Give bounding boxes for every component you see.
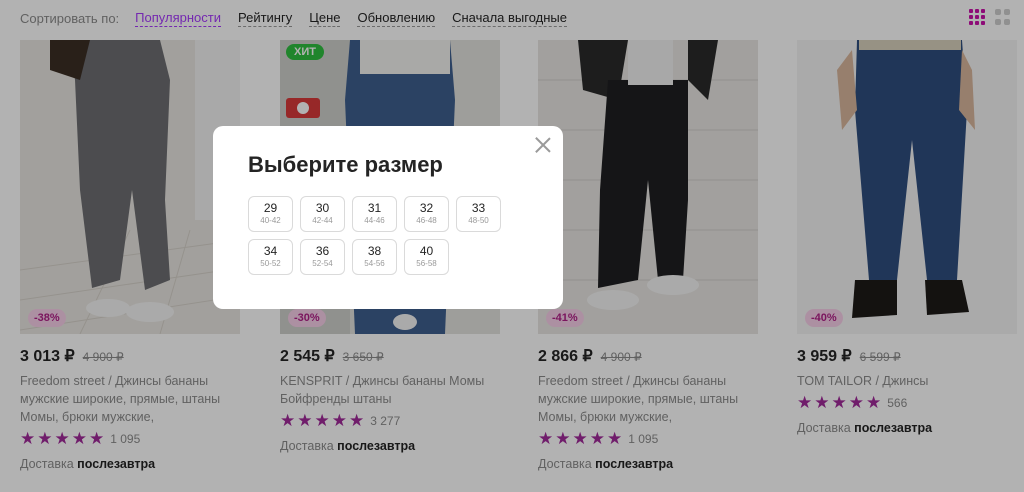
- size-option-34[interactable]: 34 50-52: [248, 239, 293, 275]
- size-ru: 50-52: [260, 259, 281, 268]
- size-ru: 56-58: [416, 259, 437, 268]
- size-ru: 54-56: [364, 259, 385, 268]
- size-value: 30: [315, 201, 330, 215]
- size-value: 29: [263, 201, 278, 215]
- modal-title: Выберите размер: [248, 152, 443, 177]
- size-option-38[interactable]: 38 54-56: [352, 239, 397, 275]
- size-value: 36: [315, 244, 330, 258]
- size-value: 38: [367, 244, 382, 258]
- size-option-29[interactable]: 29 40-42: [248, 196, 293, 232]
- size-grid: 29 40-42 30 42-44 31 44-46 32 46-48 33 48-50 …: [248, 196, 501, 275]
- size-ru: 48-50: [468, 216, 489, 225]
- size-value: 31: [367, 201, 382, 215]
- size-option-30[interactable]: 30 42-44: [300, 196, 345, 232]
- size-option-36[interactable]: 36 52-54: [300, 239, 345, 275]
- size-value: 33: [471, 201, 486, 215]
- size-option-33[interactable]: 33 48-50: [456, 196, 501, 232]
- size-value: 34: [263, 244, 278, 258]
- size-ru: 46-48: [416, 216, 437, 225]
- size-value: 40: [419, 244, 434, 258]
- size-picker-modal: Выберите размер 29 40-42 30 42-44 31 44-46 …: [213, 126, 563, 309]
- size-ru: 44-46: [364, 216, 385, 225]
- close-icon[interactable]: [533, 135, 553, 155]
- size-option-31[interactable]: 31 44-46: [352, 196, 397, 232]
- size-ru: 42-44: [312, 216, 333, 225]
- size-option-32[interactable]: 32 46-48: [404, 196, 449, 232]
- size-ru: 40-42: [260, 216, 281, 225]
- size-value: 32: [419, 201, 434, 215]
- size-option-40[interactable]: 40 56-58: [404, 239, 449, 275]
- size-ru: 52-54: [312, 259, 333, 268]
